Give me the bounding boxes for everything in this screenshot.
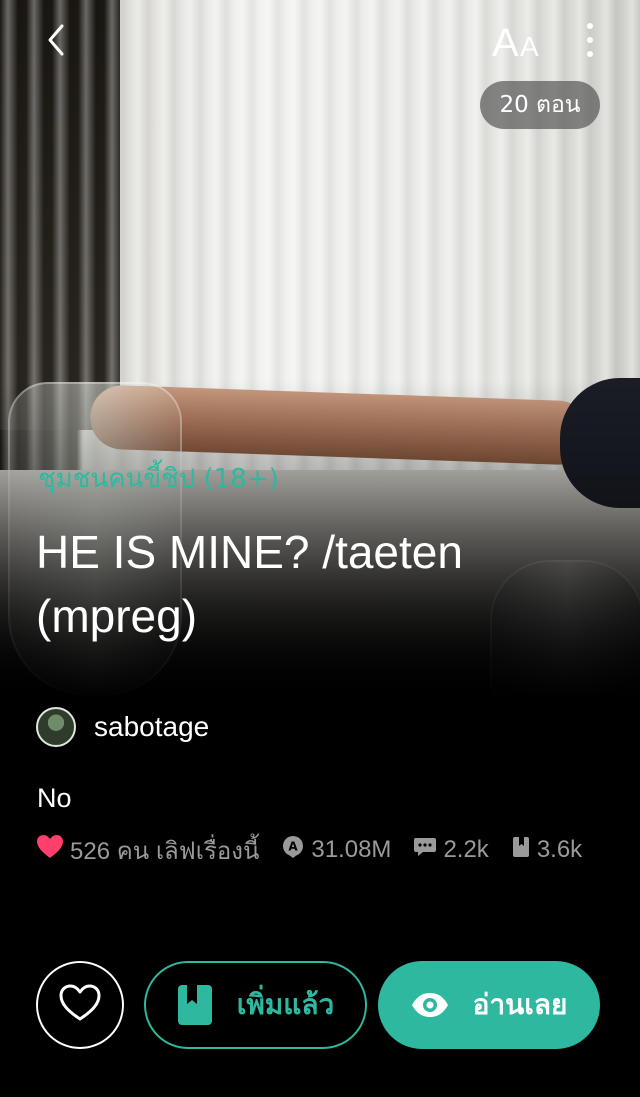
- comment-icon: [413, 835, 443, 866]
- views-icon: A: [281, 835, 311, 866]
- bookmark-icon: [511, 835, 537, 866]
- svg-text:A: A: [492, 21, 519, 62]
- added-label: เพิ่มแล้ว: [236, 988, 335, 1021]
- bookmarks-stat: 3.6k: [511, 835, 582, 866]
- story-stats: 526 คน เลิฟเรื่องนี้ A 31.08M 2.2k 3.6k: [36, 832, 604, 868]
- author-name[interactable]: sabotage: [94, 711, 209, 743]
- back-icon[interactable]: [38, 20, 78, 60]
- story-title: HE IS MINE? /taeten (mpreg): [36, 526, 463, 642]
- more-icon[interactable]: [578, 20, 602, 60]
- read-label: อ่านเลย: [472, 988, 568, 1021]
- heart-outline-icon: [59, 984, 101, 1026]
- bookmark-icon: [177, 984, 213, 1026]
- comments-stat: 2.2k: [413, 835, 489, 866]
- svg-text:A: A: [520, 31, 539, 62]
- views-count: 31.08M: [311, 836, 392, 863]
- eye-icon: [411, 992, 449, 1018]
- bookmarks-count: 3.6k: [536, 836, 583, 863]
- author-row[interactable]: sabotage: [36, 705, 209, 749]
- views-stat: A 31.08M: [281, 835, 391, 866]
- likes-stat: 526 คน เลิฟเรื่องนี้: [36, 831, 259, 870]
- added-to-library-button[interactable]: เพิ่มแล้ว: [144, 961, 367, 1049]
- avatar[interactable]: [36, 707, 76, 747]
- read-now-button[interactable]: อ่านเลย: [378, 961, 600, 1049]
- heart-icon: [36, 834, 70, 867]
- svg-text:A: A: [289, 839, 299, 853]
- comments-count: 2.2k: [443, 836, 489, 863]
- font-size-icon[interactable]: A A: [492, 18, 548, 65]
- episode-count-badge[interactable]: 20 ตอน: [480, 81, 600, 129]
- love-button[interactable]: [36, 961, 124, 1049]
- story-category[interactable]: ชุมชนคนขี้ชิป (18+): [38, 458, 279, 499]
- story-description: No: [37, 783, 72, 813]
- likes-count: 526 คน เลิฟเรื่องนี้: [70, 837, 260, 865]
